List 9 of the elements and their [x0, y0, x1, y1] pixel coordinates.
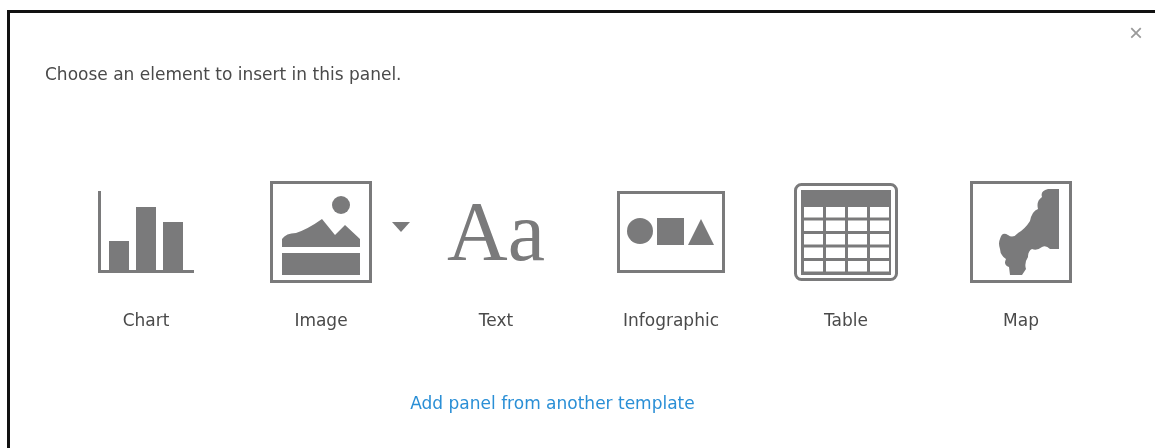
element-label[interactable]: Table — [824, 310, 868, 330]
element-label[interactable]: Infographic — [623, 310, 719, 330]
add-panel-link[interactable]: Add panel from another template — [410, 393, 695, 413]
dialog-prompt: Choose an element to insert in this panel. — [45, 64, 402, 84]
element-label[interactable]: Chart — [122, 310, 170, 330]
element-label[interactable]: Map — [1003, 310, 1039, 330]
text-glyph-icon[interactable]: Aa — [447, 190, 545, 274]
element-label[interactable]: Text — [478, 310, 514, 330]
element-label[interactable]: Image — [294, 310, 348, 330]
